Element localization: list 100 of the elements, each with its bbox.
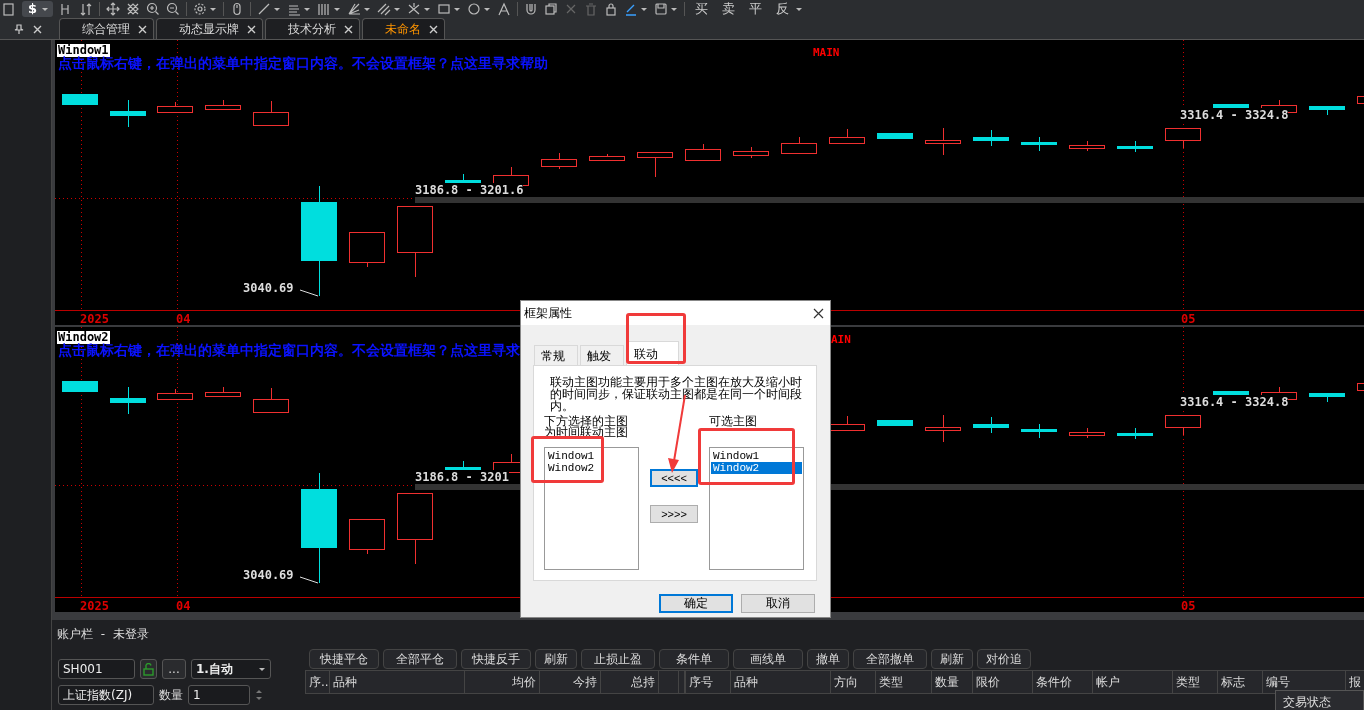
candlestick [157,101,193,113]
lock-button[interactable] [140,659,157,679]
sort-icon[interactable] [79,2,94,16]
action-button[interactable]: 刷新 [535,649,577,669]
rectangle-icon[interactable] [437,2,452,16]
action-button[interactable]: 全部撤单 [853,649,927,669]
lock-icon[interactable] [604,2,619,16]
list-item[interactable]: Window1 [546,450,637,462]
window-label: Window1 [57,44,110,57]
candlestick [1165,414,1201,436]
toolbar-action[interactable]: 买 [691,0,713,18]
column-header[interactable]: 条件价 [1033,671,1093,693]
column-header[interactable]: 数量 [932,671,973,693]
action-button[interactable]: 快捷反手 [461,649,531,669]
toolbar-action[interactable]: 反 [772,0,794,18]
action-button[interactable]: 刷新 [931,649,973,669]
column-header[interactable]: 均价 [465,671,540,693]
tab[interactable]: 技术分析 [265,18,360,39]
column-header[interactable]: 品种 [731,671,831,693]
list-box[interactable]: Window1 Window2 [709,447,804,570]
column-header[interactable]: 方向 [831,671,876,693]
document-icon[interactable] [2,2,16,16]
column-header[interactable]: 类型 [876,671,932,693]
column-header[interactable]: 类型 [1173,671,1218,693]
column-header[interactable]: 今持 [540,671,601,693]
symbol-field[interactable]: 上证指数(ZJ) [58,685,154,705]
save-icon[interactable] [654,2,669,16]
caret-icon[interactable] [483,6,492,12]
spin-up-icon[interactable] [255,689,263,694]
line-icon[interactable] [257,2,272,16]
caret-icon[interactable] [363,6,372,12]
caret-icon[interactable] [333,6,342,12]
column-header[interactable]: 序.. [306,671,330,693]
zoom-out-icon[interactable] [166,2,181,16]
toolbar-action[interactable]: 卖 [718,0,740,18]
currency-button[interactable]: $ [22,1,54,17]
zoom-in-icon[interactable] [146,2,161,16]
caret-icon[interactable] [640,6,649,12]
action-button[interactable]: 全部平仓 [383,649,457,669]
transfer-button[interactable]: <<<< [650,469,698,487]
column-header[interactable]: 限价 [973,671,1033,693]
vertical-lines-icon[interactable] [317,2,332,16]
tab[interactable]: 综合管理 [59,18,154,39]
account-field[interactable]: SH001 [58,659,135,679]
pin-icon[interactable] [14,24,24,34]
caret-icon[interactable] [273,6,282,12]
magnet-icon[interactable] [524,2,539,16]
move-icon[interactable] [106,2,121,16]
column-header[interactable]: 总持 [601,671,659,693]
axis-label: 2025 [80,599,109,612]
caret-icon[interactable] [795,6,804,12]
list-item[interactable]: Window1 [711,450,802,462]
caret-icon[interactable] [209,6,218,12]
transfer-button[interactable]: >>>> [650,505,698,523]
copy-icon[interactable] [544,2,559,16]
action-button[interactable]: 快捷平仓 [309,649,379,669]
pen-icon[interactable] [624,2,639,16]
candlestick [349,518,385,555]
action-button[interactable]: 画线单 [733,649,803,669]
tab[interactable]: 常规 [534,345,578,365]
dialog-button[interactable]: 取消 [741,594,815,613]
circle-icon[interactable] [467,2,482,16]
list-item[interactable]: Window2 [546,462,637,474]
column-header[interactable]: 标志 [1218,671,1263,693]
action-button[interactable]: 撤单 [807,649,849,669]
grid-cross-icon[interactable] [126,2,141,16]
more-button[interactable]: ... [162,659,186,679]
tab[interactable]: 未命名 [362,18,445,39]
list-item[interactable]: Window2 [711,462,802,474]
text-lines-icon[interactable] [287,2,302,16]
toolbar-action[interactable]: 平 [745,0,767,18]
caret-icon[interactable] [423,6,432,12]
quantity-field[interactable]: 1 [188,685,250,705]
parallel-lines-icon[interactable] [377,2,392,16]
caret-icon[interactable] [393,6,402,12]
fan-icon[interactable] [347,2,362,16]
candlestick [1117,140,1153,153]
action-button[interactable]: 对价追 [977,649,1031,669]
triangle-icon[interactable] [497,2,512,16]
settings-icon[interactable] [193,2,208,16]
mode-dropdown[interactable]: 1.自动 [191,659,271,679]
caret-icon [41,7,50,12]
candlestick [157,388,193,400]
caret-icon[interactable] [303,6,312,12]
column-header[interactable]: 帐户 [1093,671,1173,693]
caret-icon[interactable] [453,6,462,12]
column-header[interactable]: 序号 [686,671,731,693]
dialog-button[interactable]: 确定 [659,594,733,613]
caret-icon[interactable] [670,6,679,12]
close-icon[interactable] [813,307,824,319]
list-box[interactable]: Window1 Window2 [544,447,639,570]
column-header[interactable]: 品种 [330,671,465,693]
action-button[interactable]: 止损止盈 [581,649,655,669]
spin-down-icon[interactable] [255,696,263,701]
crossed-lines-icon[interactable] [407,2,422,16]
action-button[interactable]: 条件单 [659,649,729,669]
tab[interactable]: 触发 [580,345,624,365]
tab[interactable]: 动态显示牌 [156,18,263,39]
low-price-label: 3040.69 [243,281,294,295]
candlestick [733,146,769,159]
